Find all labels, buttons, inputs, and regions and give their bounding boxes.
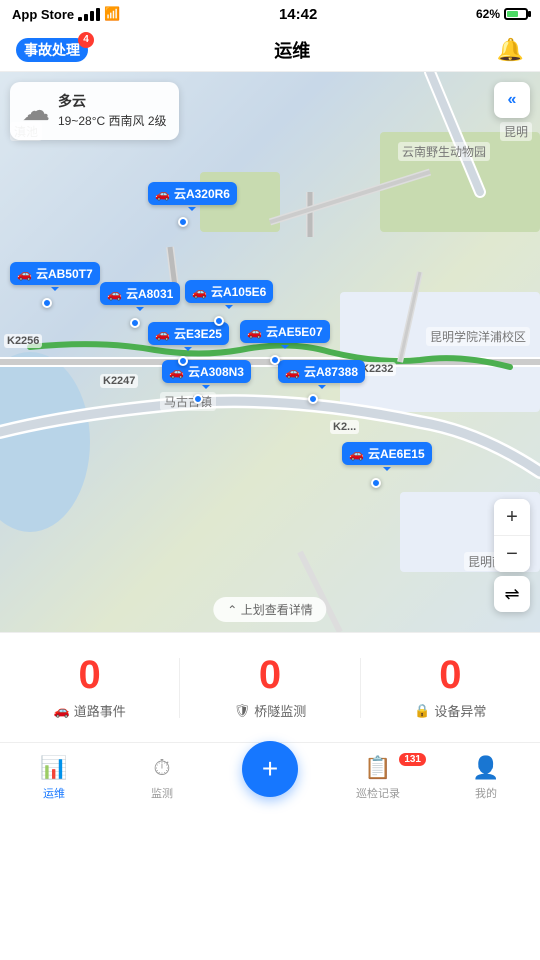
road-label-k2247: K2247 [100, 374, 138, 388]
jiance-icon: ⏱ [153, 755, 170, 781]
swipe-hint: ⌃ 上划查看详情 [213, 597, 326, 622]
vehicle-label-9[interactable]: 🚗云AE6E15 [342, 442, 432, 465]
area-label-yunnan: 云南野生动物园 [398, 142, 490, 161]
status-right: 62% [476, 7, 528, 21]
wifi-icon: 📶 [104, 6, 120, 22]
accident-badge: 4 [78, 32, 94, 48]
vehicle-dot-6 [270, 355, 280, 365]
vehicle-label-1[interactable]: 🚗云A320R6 [148, 182, 237, 205]
shield-icon: 🛡 [234, 703, 251, 719]
stat-tunnel: 0 🛡 桥隧监测 [180, 655, 359, 720]
stat-road-label: 🚗 道路事件 [54, 701, 126, 720]
road-label-k2: K2... [330, 420, 359, 434]
vehicle-label-6[interactable]: 🚗云AE5E07 [240, 320, 330, 343]
page-title: 运维 [274, 37, 310, 63]
stats-panel: 0 🚗 道路事件 0 🛡 桥隧监测 0 🔒 设备异常 [0, 632, 540, 742]
vehicle-label-3[interactable]: 🚗云A8031 [100, 282, 180, 305]
time-display: 14:42 [279, 6, 317, 23]
area-label-academy: 昆明学院洋浦校区 [426, 327, 530, 346]
area-label-kunming: 昆明 [500, 122, 532, 141]
vehicle-dot-1 [178, 217, 188, 227]
status-bar: App Store 📶 14:42 62% [0, 0, 540, 28]
weather-info: 多云 19~28°C 西南风 2级 [58, 90, 167, 132]
app-store-label: App Store [12, 7, 74, 22]
tab-jiance[interactable]: ⏱ 监测 [108, 751, 216, 801]
yunwei-icon: 📊 [40, 755, 67, 781]
vehicle-dot-3 [130, 318, 140, 328]
area-label-town: 马古古镇 [160, 392, 216, 411]
road-label-k2256: K2256 [4, 334, 42, 348]
notification-bell-icon[interactable]: 🔔 [497, 37, 524, 63]
rotate-button[interactable]: ⇌ [494, 576, 530, 612]
vehicle-dot-8 [308, 394, 318, 404]
wode-icon: 👤 [472, 755, 499, 781]
map-view[interactable]: K2256 K2247 K2232 K2... 云南野生动物园 昆明 昆明学院洋… [0, 72, 540, 632]
zoom-out-button[interactable]: − [494, 536, 530, 572]
tab-bar: 📊 运维 ⏱ 监测 + 📋 巡检记录 131 👤 我的 [0, 742, 540, 824]
road-icon: 🚗 [54, 703, 70, 719]
stat-tunnel-label: 🛡 桥隧监测 [234, 701, 307, 720]
battery-icon [504, 8, 528, 20]
battery-percent: 62% [476, 7, 500, 21]
stat-device-label: 🔒 设备异常 [414, 701, 486, 720]
stat-road-events: 0 🚗 道路事件 [0, 655, 179, 720]
vehicle-label-2[interactable]: 🚗云AB50T7 [10, 262, 100, 285]
vehicle-label-4[interactable]: 🚗云A105E6 [185, 280, 273, 303]
vehicle-dot-7 [193, 394, 203, 404]
zoom-in-button[interactable]: + [494, 499, 530, 535]
nav-bar: 事故处理 4 运维 🔔 [0, 28, 540, 72]
xunjian-label: 巡检记录 [356, 785, 400, 801]
add-button[interactable]: + [242, 741, 298, 797]
vehicle-label-8[interactable]: 🚗云A87388 [278, 360, 365, 383]
tab-add[interactable]: + [216, 741, 324, 797]
cloud-icon: ☁ [22, 94, 50, 127]
zoom-controls: + − [494, 499, 530, 572]
vehicle-dot-9 [371, 478, 381, 488]
vehicle-dot-2 [42, 298, 52, 308]
vehicle-label-7[interactable]: 🚗云A308N3 [162, 360, 251, 383]
vehicle-dot-4 [214, 316, 224, 326]
collapse-button[interactable]: « [494, 82, 530, 118]
xunjian-badge: 131 [399, 753, 426, 766]
weather-widget: ☁ 多云 19~28°C 西南风 2级 [10, 82, 179, 140]
stat-device: 0 🔒 设备异常 [361, 655, 540, 720]
status-left: App Store 📶 [12, 6, 120, 22]
tab-wode[interactable]: 👤 我的 [432, 751, 540, 801]
xunjian-icon: 📋 [364, 755, 391, 781]
signal-icon [78, 8, 100, 21]
jiance-label: 监测 [151, 785, 173, 801]
yunwei-label: 运维 [43, 785, 65, 801]
lock-icon: 🔒 [414, 703, 430, 719]
wode-label: 我的 [475, 785, 497, 801]
tab-xunjian[interactable]: 📋 巡检记录 131 [324, 751, 432, 801]
accident-button[interactable]: 事故处理 4 [16, 38, 88, 62]
vehicle-dot-5 [178, 356, 188, 366]
tab-yunwei[interactable]: 📊 运维 [0, 751, 108, 801]
